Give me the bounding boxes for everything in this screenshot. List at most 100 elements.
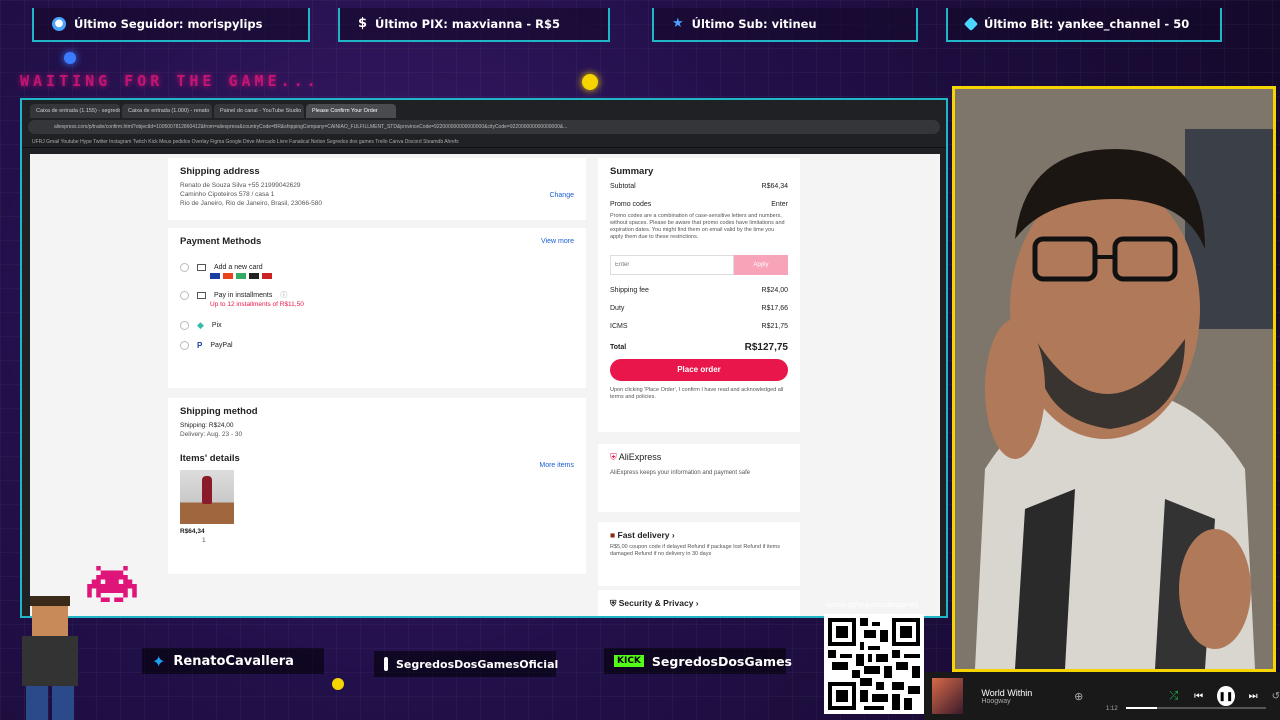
card-brands: [210, 273, 574, 279]
star-icon: ★: [672, 16, 684, 31]
pixel-character: [8, 596, 88, 720]
info-icon: ⓘ: [280, 292, 288, 299]
waiting-text: WAITING FOR THE GAME...: [20, 72, 320, 90]
payment-methods-title: Payment Methods: [180, 236, 262, 247]
payment-option-label: PayPal: [210, 341, 233, 349]
previous-icon[interactable]: ⏮: [1194, 691, 1203, 702]
promo-note: Promo codes are a combination of case-se…: [610, 213, 785, 240]
qr-code-icon: [828, 618, 920, 710]
music-player: World Within Hoogway ⊕ ⤮ ⏮ ❚❚ ⏭ ↺ 1:12: [924, 672, 1280, 720]
track-time: 1:12: [1106, 706, 1118, 712]
summary-title: Summary: [610, 166, 654, 177]
fast-delivery-label: Fast delivery: [617, 530, 670, 540]
total-value: R$127,75: [744, 341, 788, 353]
trust-note: AliExpress keeps your information and pa…: [610, 470, 751, 476]
shipping-method-card: Shipping method Shipping: R$24,00 Delive…: [168, 398, 586, 574]
last-pix-banner: $ Último PIX: maxvianna - R$5: [338, 8, 610, 42]
diamond-icon: [963, 16, 979, 32]
payment-option-paypal[interactable]: P PayPal: [180, 335, 574, 355]
address-bar[interactable]: aliexpress.com/p/trade/confirm.html?obje…: [28, 120, 940, 134]
figure-image: [202, 476, 212, 504]
pause-icon[interactable]: ❚❚: [1217, 686, 1235, 706]
shipping-fee-row: Shipping fee R$24,00: [610, 281, 788, 299]
security-card[interactable]: ⛨ Security & Privacy ›: [598, 590, 800, 616]
paypal-icon: P: [197, 340, 203, 350]
fast-delivery-card[interactable]: ■ Fast delivery › R$5,00 coupon code if …: [598, 522, 800, 586]
shipping-cost: Shipping: R$24,00: [180, 422, 234, 429]
instagram-label: SegredosDosGamesOficial: [396, 657, 559, 671]
next-icon[interactable]: ⏭: [1249, 691, 1258, 702]
shipping-method-title: Shipping method: [180, 406, 258, 417]
view-more-link[interactable]: View more: [541, 238, 574, 245]
last-follower-text: Último Seguidor: morispylips: [74, 17, 263, 31]
total-label: Total: [610, 343, 627, 351]
card-icon: [236, 273, 246, 279]
browser-window: Caixa de entrada (1.155) - segredos Caix…: [20, 98, 948, 618]
glow-dot: [64, 52, 76, 64]
streamer-image: [955, 89, 1273, 669]
item-price: R$64,34: [180, 528, 205, 535]
bookmarks-bar: UFRJ Gmail Youtube Hype Twitter Instagra…: [22, 136, 946, 148]
recipient-name: Renato de Souza Silva +55 21999042629: [180, 182, 301, 189]
fast-delivery-title: ■ Fast delivery ›: [610, 530, 675, 540]
instagram-handle: SegredosDosGamesOficial: [374, 651, 559, 677]
shield-icon: ⛨: [610, 598, 617, 608]
item-quantity[interactable]: 1: [202, 536, 574, 545]
aliexpress-trust-card: ⛨ AliExpress AliExpress keeps your infor…: [598, 444, 800, 512]
payment-option-pix[interactable]: ◆ Pix: [180, 315, 574, 335]
card-icon: [197, 291, 206, 299]
promo-label: Promo codes: [610, 200, 652, 208]
truck-icon: ■: [610, 530, 616, 540]
top-overlay: ● Último Seguidor: morispylips $ Último …: [0, 0, 1280, 48]
shipping-address-card: Shipping address Renato de Souza Silva +…: [168, 158, 586, 220]
subtotal-label: Subtotal: [610, 182, 636, 190]
last-sub-text: Último Sub: vitineu: [691, 17, 817, 31]
more-items-link[interactable]: More items: [539, 462, 574, 469]
summary-card: Summary Subtotal R$64,34 Promo codes Ent…: [598, 158, 800, 432]
album-art: [932, 678, 964, 714]
item-thumbnail[interactable]: [180, 470, 234, 524]
promo-row[interactable]: Promo codes Enter: [610, 195, 788, 213]
mastercard-icon: [223, 273, 233, 279]
total-row: Total R$127,75: [610, 335, 788, 359]
aliexpress-brand: ⛨ AliExpress: [610, 452, 788, 463]
delivery-date: Delivery: Aug. 23 - 30: [180, 431, 243, 438]
payment-methods-card: Payment Methods View more Add a new card: [168, 228, 586, 388]
dollar-icon: $: [358, 16, 368, 31]
duty-row: Duty R$17,66: [610, 299, 788, 317]
installments-note: Up to 12 installments of R$11,50: [210, 301, 304, 308]
track-artist: Hoogway: [981, 697, 1011, 705]
radio-button[interactable]: [180, 320, 189, 330]
promo-code-input[interactable]: [610, 255, 734, 275]
place-order-button[interactable]: Place order: [610, 359, 788, 381]
shipping-fee-label: Shipping fee: [610, 286, 649, 294]
qr-code: [824, 614, 924, 714]
browser-tab[interactable]: Painel do canal - YouTube Studio: [214, 104, 304, 118]
card-icon: [262, 273, 272, 279]
change-address-link[interactable]: Change: [549, 192, 574, 199]
terms-note: Upon clicking 'Place Order', I confirm I…: [610, 387, 784, 400]
kick-handle: KICK SegredosDosGames: [604, 648, 792, 674]
payment-option-label: Pay in installments: [214, 291, 273, 299]
browser-tab[interactable]: Caixa de entrada (1.000) - renato: [122, 104, 212, 118]
address-line-1: Caminho Cipoteiros 578 / casa 1: [180, 191, 275, 198]
browser-tab-active[interactable]: Please Confirm Your Order: [306, 104, 396, 118]
items-title: Items' details: [180, 453, 240, 464]
browser-tab[interactable]: Caixa de entrada (1.155) - segredos: [30, 104, 120, 118]
track-title: World Within: [981, 687, 1033, 698]
icms-label: ICMS: [610, 322, 628, 330]
promo-enter-toggle[interactable]: Enter: [771, 201, 788, 208]
radio-button[interactable]: [180, 340, 189, 350]
apply-button[interactable]: Apply: [734, 255, 788, 275]
last-pix-text: Último PIX: maxvianna - R$5: [375, 17, 560, 31]
subtotal-value: R$64,34: [761, 182, 788, 190]
progress-bar[interactable]: [1126, 707, 1266, 709]
radio-button[interactable]: [180, 290, 189, 300]
shuffle-icon[interactable]: ⤮: [1169, 690, 1178, 703]
add-icon[interactable]: ⊕: [1074, 690, 1083, 703]
radio-button[interactable]: [180, 262, 189, 272]
payment-option-label: Pix: [211, 321, 222, 329]
repeat-icon[interactable]: ↺: [1272, 691, 1280, 702]
security-label: Security & Privacy: [618, 598, 694, 608]
shield-icon: ⛨: [610, 452, 617, 462]
